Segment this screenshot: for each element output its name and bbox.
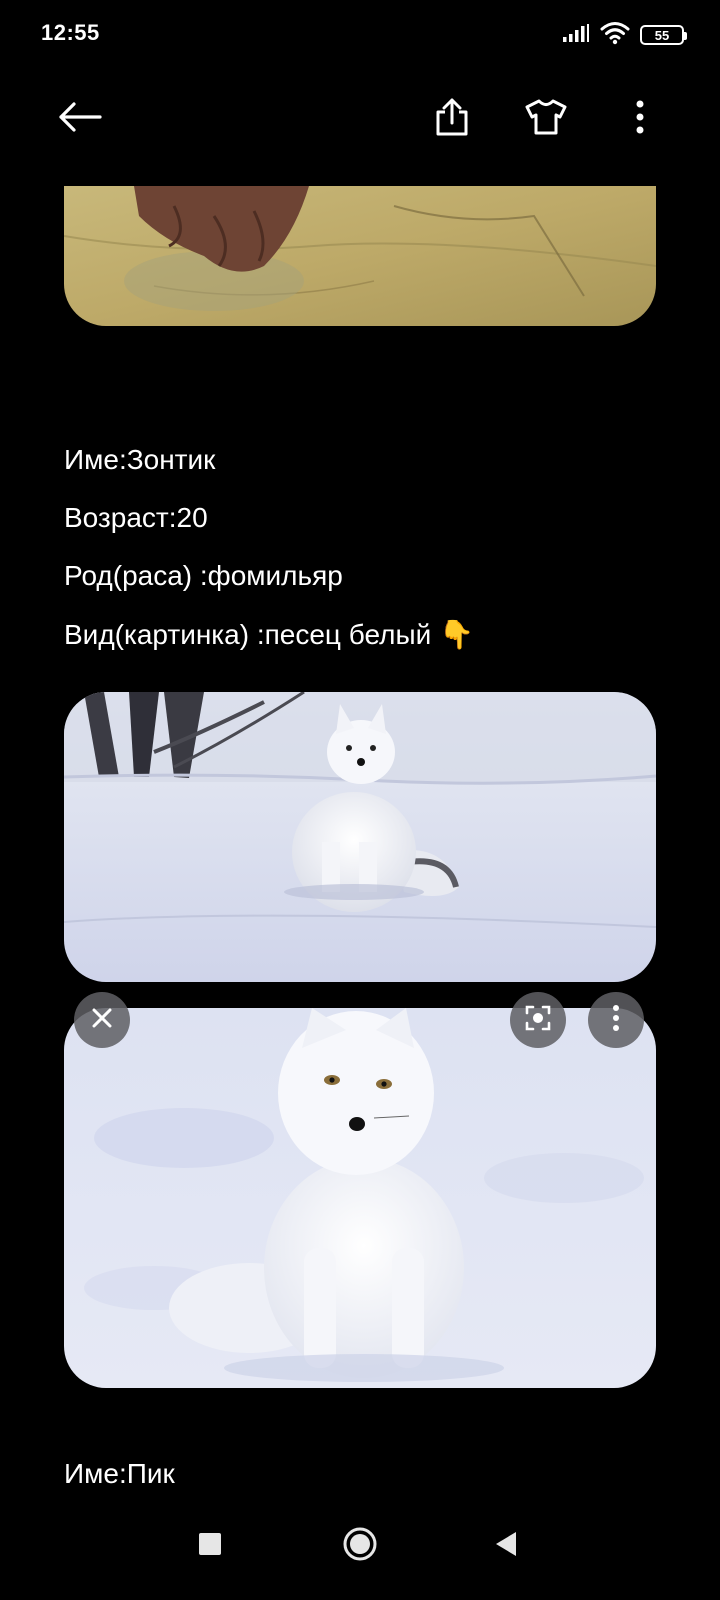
close-image-button[interactable] <box>74 992 130 1048</box>
share-icon <box>435 98 469 141</box>
status-bar: 12:55 55 <box>0 0 720 70</box>
more-options-button[interactable] <box>612 86 668 152</box>
more-vert-icon <box>635 100 645 139</box>
wifi-icon <box>600 21 630 50</box>
more-vert-icon <box>612 1004 620 1036</box>
close-icon <box>91 1007 113 1034</box>
back-button[interactable] <box>52 86 108 152</box>
entry-race: Род(раса) :фомильяр <box>64 560 343 591</box>
share-button[interactable] <box>424 86 480 152</box>
shirt-icon <box>525 99 567 140</box>
image-paw-on-rock[interactable] <box>64 186 656 326</box>
image-arctic-fox-sitting[interactable] <box>64 692 656 982</box>
status-icons: 55 <box>562 20 687 50</box>
recents-button[interactable] <box>174 1510 246 1582</box>
battery-icon: 55 <box>640 25 687 45</box>
note-content[interactable]: Име:Зонтик Возраст:20 Род(раса) :фомилья… <box>0 186 720 1490</box>
image-more-button[interactable] <box>588 992 644 1048</box>
signal-icon <box>562 23 590 48</box>
entry-kind: Вид(картинка) :песец белый 👇 <box>64 619 474 650</box>
back-triangle-icon <box>494 1531 518 1562</box>
navigation-bar <box>0 1490 720 1600</box>
toolbar <box>0 86 720 152</box>
back-nav-button[interactable] <box>470 1510 542 1582</box>
theme-button[interactable] <box>518 86 574 152</box>
entry-age: Возраст:20 <box>64 502 208 533</box>
next-entry-name: Име:Пик <box>64 1458 175 1489</box>
lens-search-button[interactable] <box>510 992 566 1048</box>
entry-name: Име:Зонтик <box>64 444 216 475</box>
home-button[interactable] <box>324 1510 396 1582</box>
image-arctic-fox-closeup[interactable] <box>64 1008 656 1388</box>
home-circle-icon <box>342 1526 378 1567</box>
lens-search-icon <box>524 1004 552 1037</box>
recents-square-icon <box>198 1532 222 1561</box>
back-arrow-icon <box>58 101 102 137</box>
status-time: 12:55 <box>41 20 100 45</box>
battery-level: 55 <box>654 27 670 43</box>
